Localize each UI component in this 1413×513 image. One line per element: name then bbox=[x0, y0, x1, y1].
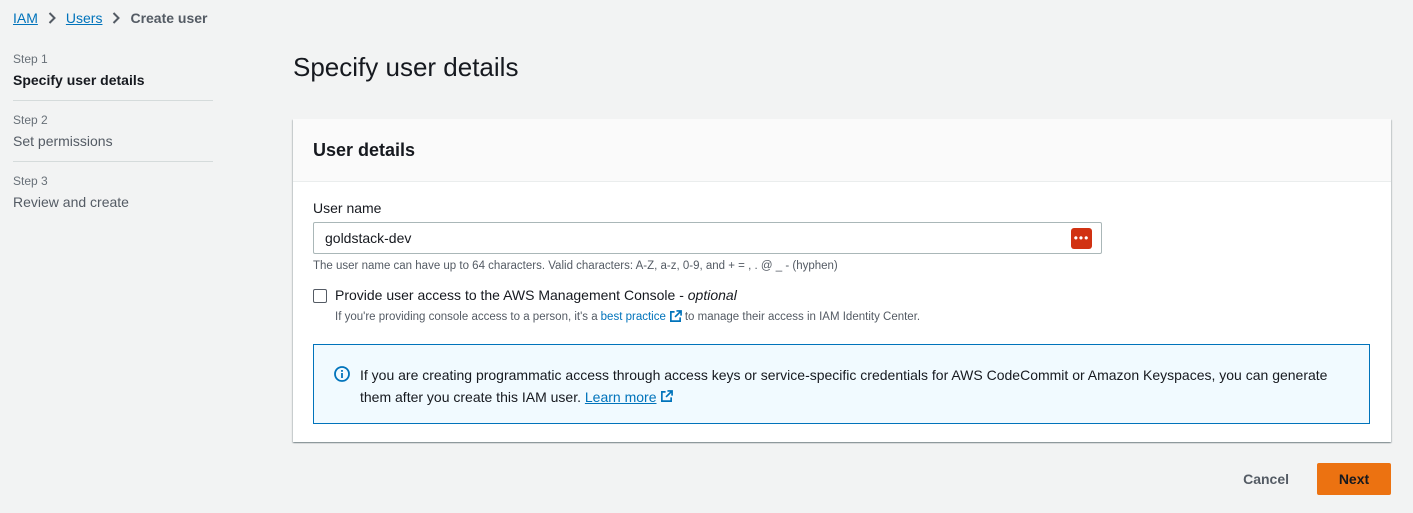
panel-title: User details bbox=[293, 119, 1391, 182]
step-1[interactable]: Step 1 Specify user details bbox=[13, 52, 213, 101]
console-access-option: Provide user access to the AWS Managemen… bbox=[313, 287, 1371, 323]
user-details-panel: User details User name ••• The user name… bbox=[293, 119, 1391, 442]
step-2: Step 2 Set permissions bbox=[13, 113, 213, 162]
next-button[interactable]: Next bbox=[1317, 463, 1391, 495]
console-access-checkbox[interactable] bbox=[313, 289, 327, 303]
password-manager-icon[interactable]: ••• bbox=[1071, 227, 1092, 249]
step-label: Set permissions bbox=[13, 133, 113, 149]
console-access-description: If you're providing console access to a … bbox=[335, 310, 921, 323]
external-link-icon[interactable] bbox=[660, 390, 674, 403]
wizard-footer: Cancel Next bbox=[1215, 463, 1391, 495]
best-practice-link[interactable]: best practice bbox=[601, 311, 666, 323]
username-input[interactable] bbox=[323, 229, 1071, 247]
breadcrumb: IAM Users Create user bbox=[13, 10, 208, 26]
chevron-right-icon bbox=[48, 12, 56, 24]
step-label: Specify user details bbox=[13, 72, 145, 88]
wizard-steps: Step 1 Specify user details Step 2 Set p… bbox=[13, 52, 213, 234]
info-alert-text: If you are creating programmatic access … bbox=[360, 367, 1328, 405]
console-access-label[interactable]: Provide user access to the AWS Managemen… bbox=[335, 287, 920, 303]
step-number: Step 2 bbox=[13, 113, 48, 127]
step-number: Step 1 bbox=[13, 52, 48, 66]
breadcrumb-current: Create user bbox=[130, 10, 208, 26]
optional-label: optional bbox=[687, 287, 737, 303]
breadcrumb-users[interactable]: Users bbox=[66, 10, 103, 26]
info-alert: If you are creating programmatic access … bbox=[313, 344, 1370, 424]
step-label: Review and create bbox=[13, 194, 129, 210]
step-number: Step 3 bbox=[13, 174, 48, 188]
username-help-text: The user name can have up to 64 characte… bbox=[313, 260, 838, 272]
username-field: ••• bbox=[313, 222, 1102, 254]
chevron-right-icon bbox=[112, 12, 121, 24]
cancel-button[interactable]: Cancel bbox=[1215, 463, 1317, 495]
panel-body: User name ••• The user name can have up … bbox=[293, 182, 1391, 424]
learn-more-link[interactable]: Learn more bbox=[585, 389, 657, 405]
breadcrumb-iam[interactable]: IAM bbox=[13, 10, 38, 26]
username-label: User name bbox=[313, 200, 382, 216]
external-link-icon[interactable] bbox=[669, 310, 682, 323]
page-title: Specify user details bbox=[293, 52, 519, 82]
step-3: Step 3 Review and create bbox=[13, 174, 213, 222]
info-icon bbox=[334, 366, 350, 382]
